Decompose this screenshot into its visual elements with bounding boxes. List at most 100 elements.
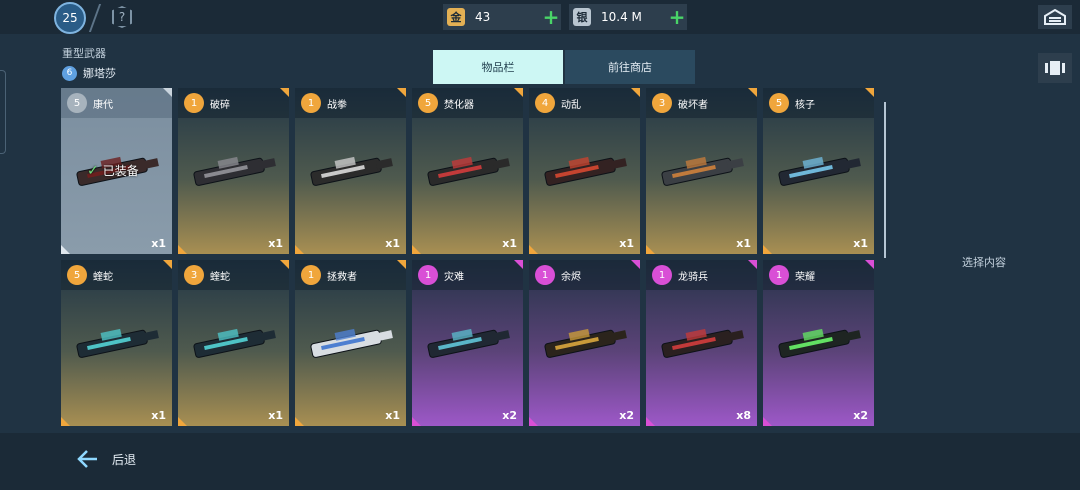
weapon-card[interactable]: 1 灾难 x2: [412, 260, 523, 426]
weapon-image-icon: [661, 156, 744, 186]
weapon-card[interactable]: 5 蝰蛇 x1: [61, 260, 172, 426]
weapon-card-header: 1 破碎: [178, 88, 289, 118]
card-corner-marker: [514, 88, 523, 97]
top-bar: 25 ? 金 43 + 银 10.4 M +: [0, 0, 1080, 34]
card-corner-marker: [529, 245, 538, 254]
robot-icon: [1045, 61, 1065, 75]
side-drawer-handle[interactable]: [0, 70, 6, 154]
weapon-level-badge: 1: [535, 265, 555, 285]
silver-amount: 10.4 M: [601, 10, 642, 24]
weapon-card[interactable]: 3 破坏者 x1: [646, 88, 757, 254]
weapon-card-header: 5 焚化器: [412, 88, 523, 118]
weapon-card-header: 4 动乱: [529, 88, 640, 118]
weapon-card[interactable]: 1 荣耀 x2: [763, 260, 874, 426]
weapon-quantity: x2: [619, 409, 634, 422]
checkmark-icon: ✓: [87, 162, 99, 179]
tab-go-to-shop[interactable]: 前往商店: [565, 50, 695, 84]
weapon-quantity: x1: [853, 237, 868, 250]
weapon-card[interactable]: 4 动乱 x1: [529, 88, 640, 254]
weapon-name: 康代: [93, 99, 113, 111]
card-corner-marker: [280, 88, 289, 97]
detail-panel-hint: 选择内容: [962, 256, 1006, 269]
hangar-button[interactable]: [1038, 5, 1072, 29]
weapon-name: 蝰蛇: [210, 271, 230, 283]
weapon-image-icon: [310, 156, 393, 186]
add-gold-button[interactable]: +: [541, 7, 561, 27]
weapon-level-badge: 1: [652, 265, 672, 285]
card-corner-marker: [514, 260, 523, 269]
back-arrow-icon: [77, 450, 97, 468]
weapon-card[interactable]: 3 蝰蛇 x1: [178, 260, 289, 426]
card-corner-marker: [763, 417, 772, 426]
weapon-card[interactable]: 5 康代 ✓ 已装备 x1: [61, 88, 172, 254]
help-icon[interactable]: ?: [112, 6, 132, 28]
weapon-level-badge: 1: [184, 93, 204, 113]
weapon-card-header: 1 灾难: [412, 260, 523, 290]
weapon-name: 焚化器: [444, 99, 474, 111]
weapon-name: 破碎: [210, 99, 230, 111]
player-level-badge[interactable]: 25: [54, 2, 86, 34]
weapon-card-header: 5 核子: [763, 88, 874, 118]
weapon-card[interactable]: 1 破碎 x1: [178, 88, 289, 254]
weapon-name: 余烬: [561, 271, 581, 283]
card-corner-marker: [178, 417, 187, 426]
weapon-card[interactable]: 1 余烬 x2: [529, 260, 640, 426]
equipped-text: 已装备: [102, 164, 139, 178]
back-label: 后退: [112, 452, 137, 467]
card-corner-marker: [412, 417, 421, 426]
weapon-image-icon: [544, 328, 627, 358]
card-corner-marker: [280, 260, 289, 269]
weapon-quantity: x1: [385, 237, 400, 250]
weapon-name: 龙骑兵: [678, 271, 708, 283]
weapon-card-header: 3 蝰蛇: [178, 260, 289, 290]
add-silver-button[interactable]: +: [667, 7, 687, 27]
weapon-level-badge: 5: [418, 93, 438, 113]
robot-view-button[interactable]: [1038, 53, 1072, 83]
weapon-card-header: 3 破坏者: [646, 88, 757, 118]
card-corner-marker: [397, 88, 406, 97]
weapon-name: 动乱: [561, 99, 581, 111]
scrollbar[interactable]: [884, 102, 886, 258]
weapon-name: 战拳: [327, 99, 347, 111]
gold-icon: 金: [447, 8, 465, 26]
gold-amount: 43: [475, 10, 491, 24]
weapon-card[interactable]: 5 核子 x1: [763, 88, 874, 254]
weapon-level-badge: 1: [418, 265, 438, 285]
weapon-card-header: 1 荣耀: [763, 260, 874, 290]
weapon-card-header: 1 龙骑兵: [646, 260, 757, 290]
equipped-label: ✓ 已装备: [87, 162, 139, 179]
card-corner-marker: [748, 88, 757, 97]
weapon-name: 破坏者: [678, 99, 708, 111]
card-corner-marker: [178, 245, 187, 254]
weapon-quantity: x1: [385, 409, 400, 422]
weapon-card[interactable]: 5 焚化器 x1: [412, 88, 523, 254]
weapon-quantity: x1: [151, 237, 166, 250]
card-corner-marker: [529, 417, 538, 426]
weapon-image-icon: [76, 328, 159, 358]
card-corner-marker: [163, 260, 172, 269]
weapon-level-badge: 5: [67, 93, 87, 113]
card-corner-marker: [763, 245, 772, 254]
back-button[interactable]: 后退: [76, 447, 136, 471]
weapon-card-header: 1 战拳: [295, 88, 406, 118]
weapon-image-icon: [778, 156, 861, 186]
gold-currency: 金 43 +: [443, 4, 561, 30]
weapon-image-icon: [427, 328, 510, 358]
weapon-card[interactable]: 1 龙骑兵 x8: [646, 260, 757, 426]
weapon-quantity: x1: [268, 409, 283, 422]
weapon-quantity: x2: [502, 409, 517, 422]
weapon-name: 荣耀: [795, 271, 815, 283]
weapon-quantity: x1: [736, 237, 751, 250]
weapon-image-icon: [427, 156, 510, 186]
hangar-icon: [1044, 9, 1066, 25]
weapon-name: 蝰蛇: [93, 271, 113, 283]
card-corner-marker: [295, 245, 304, 254]
weapon-card[interactable]: 1 拯救者 x1: [295, 260, 406, 426]
card-corner-marker: [865, 88, 874, 97]
card-corner-marker: [61, 245, 70, 254]
inventory-grid: 5 康代 ✓ 已装备 x1 1 破碎 x1 1 战拳 x1 5 焚化器 x1 4 动乱 x1 3 破坏者 x1 5 核子 x…: [61, 88, 874, 426]
weapon-quantity: x1: [619, 237, 634, 250]
card-corner-marker: [163, 88, 172, 97]
weapon-card[interactable]: 1 战拳 x1: [295, 88, 406, 254]
tab-inventory[interactable]: 物品栏: [433, 50, 563, 84]
